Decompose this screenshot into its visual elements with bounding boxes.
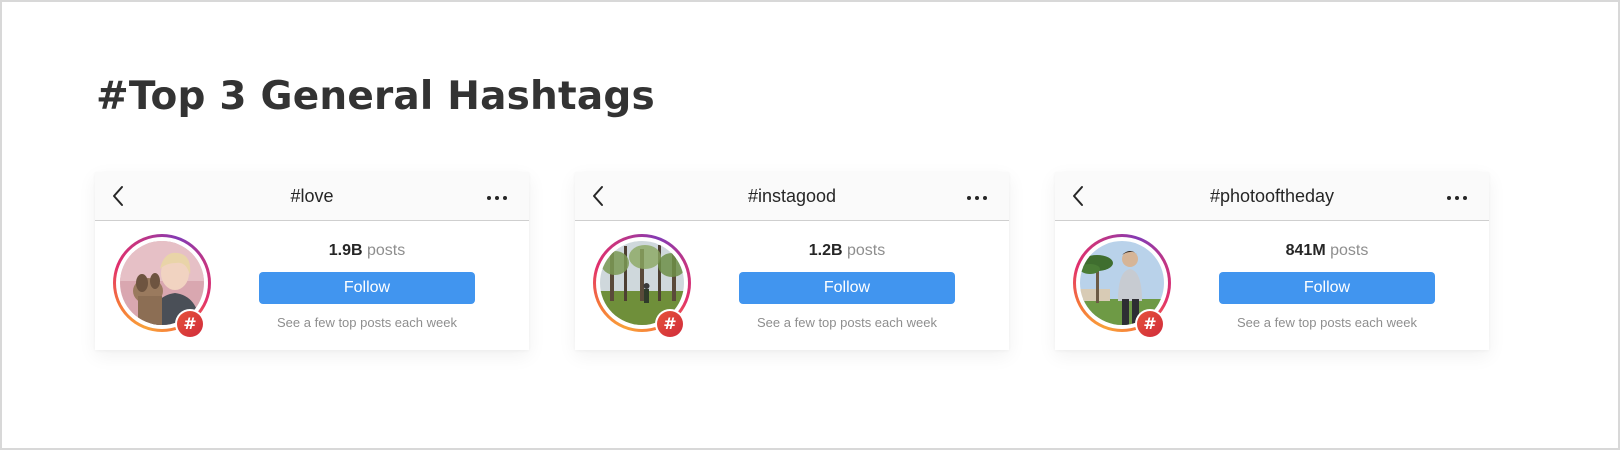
hashtag-title: #photooftheday [1209, 186, 1335, 206]
card-body: # 1.2B posts Follow See a few top posts … [575, 221, 1009, 350]
hashtag-avatar[interactable]: # [1073, 234, 1171, 339]
hashtag-badge: # [175, 309, 205, 339]
hashtag-info: 1.2B posts Follow See a few top posts ea… [739, 221, 955, 330]
post-count: 1.9B posts [259, 242, 475, 262]
follow-button[interactable]: Follow [739, 272, 955, 304]
card-header: #instagood [575, 172, 1009, 221]
more-options-button[interactable] [965, 190, 989, 200]
hashtag-title: #instagood [747, 186, 837, 206]
card-body: # 1.9B posts Follow See a few top posts … [95, 221, 529, 350]
follow-subtext: See a few top posts each week [277, 315, 457, 330]
card-body: # 841M posts Follow See a few top posts … [1055, 221, 1489, 350]
post-count-value: 1.9B [328, 242, 363, 259]
follow-subtext: See a few top posts each week [757, 315, 937, 330]
hashtag-info: 1.9B posts Follow See a few top posts ea… [259, 221, 475, 330]
hashtag-avatar[interactable]: # [593, 234, 691, 339]
more-horizontal-icon [487, 196, 507, 200]
hashtag-card-instagood: #instagood # 1.2B posts Follow See a few… [575, 172, 1009, 350]
post-count-value: 841M [1285, 242, 1326, 259]
card-header: #photooftheday [1055, 172, 1489, 221]
more-horizontal-icon [1447, 196, 1467, 200]
hashtag-card-love: #love # 1.9B posts Follow See a few top … [95, 172, 529, 350]
follow-subtext: See a few top posts each week [1237, 315, 1417, 330]
post-count-value: 1.2B [808, 242, 843, 259]
hashtag-icon: # [657, 311, 683, 337]
card-header: #love [95, 172, 529, 221]
hashtag-badge: # [655, 309, 685, 339]
hashtag-icon: # [177, 311, 203, 337]
more-horizontal-icon [967, 196, 987, 200]
post-count-unit: posts [847, 242, 886, 259]
hashtag-icon: # [1137, 311, 1163, 337]
hashtag-avatar[interactable]: # [113, 234, 211, 339]
hashtag-info: 841M posts Follow See a few top posts ea… [1219, 221, 1435, 330]
hashtag-badge: # [1135, 309, 1165, 339]
post-count-unit: posts [1330, 242, 1369, 259]
more-options-button[interactable] [1445, 190, 1469, 200]
hashtag-title: #love [290, 186, 334, 206]
follow-button[interactable]: Follow [1219, 272, 1435, 304]
more-options-button[interactable] [485, 190, 509, 200]
hashtag-card-photooftheday: #photooftheday # 841M posts Follow See a… [1055, 172, 1489, 350]
post-count-unit: posts [367, 242, 406, 259]
post-count: 1.2B posts [739, 242, 955, 262]
page-title: #Top 3 General Hashtags [96, 74, 655, 119]
follow-button[interactable]: Follow [259, 272, 475, 304]
post-count: 841M posts [1219, 242, 1435, 262]
